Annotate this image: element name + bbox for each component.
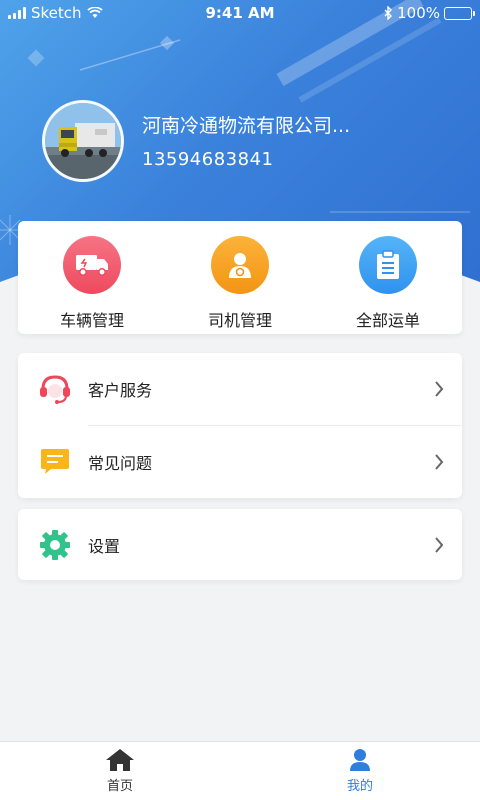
gear-icon xyxy=(38,528,72,562)
clipboard-icon xyxy=(359,236,417,294)
headset-icon xyxy=(38,372,72,406)
faq-label: 常见问题 xyxy=(88,454,153,473)
tab-mine[interactable]: 我的 xyxy=(240,742,480,800)
all-waybills-label: 全部运单 xyxy=(355,311,420,330)
home-icon xyxy=(106,749,134,771)
tab-home[interactable]: 首页 xyxy=(0,742,240,800)
customer-service-row[interactable]: 客户服务 xyxy=(18,353,462,426)
settings-label: 设置 xyxy=(88,537,121,556)
truck-icon xyxy=(63,236,121,294)
status-bar: Sketch 9:41 AM 100% xyxy=(0,0,480,26)
driver-management-button[interactable]: 司机管理 xyxy=(166,221,314,334)
driver-icon xyxy=(211,236,269,294)
battery-icon xyxy=(444,6,475,20)
quick-actions-card: 车辆管理 司机管理 全部运单 xyxy=(18,221,462,334)
settings-card: 设置 xyxy=(18,509,462,580)
tab-bar: 首页 我的 xyxy=(0,741,480,800)
faq-row[interactable]: 常见问题 xyxy=(18,426,462,498)
status-right: 100% xyxy=(384,4,475,22)
chevron-right-icon xyxy=(435,381,444,397)
chevron-right-icon xyxy=(435,454,444,470)
tab-home-label: 首页 xyxy=(106,779,133,794)
vehicle-management-button[interactable]: 车辆管理 xyxy=(18,221,166,334)
settings-row[interactable]: 设置 xyxy=(18,509,462,581)
avatar[interactable] xyxy=(42,100,124,182)
customer-service-label: 客户服务 xyxy=(88,381,153,400)
chevron-right-icon xyxy=(435,537,444,553)
company-name: 河南冷通物流有限公司... xyxy=(142,115,351,137)
driver-management-label: 司机管理 xyxy=(207,311,272,330)
service-menu-card: 客户服务 常见问题 xyxy=(18,353,462,498)
battery-percent: 100% xyxy=(397,4,440,22)
truck-photo-icon xyxy=(45,103,121,179)
phone-number: 13594683841 xyxy=(142,149,274,170)
tab-mine-label: 我的 xyxy=(346,779,373,794)
message-icon xyxy=(38,445,72,479)
bluetooth-icon xyxy=(384,6,393,20)
user-icon xyxy=(350,749,370,771)
vehicle-management-label: 车辆管理 xyxy=(59,311,124,330)
all-waybills-button[interactable]: 全部运单 xyxy=(314,221,462,334)
